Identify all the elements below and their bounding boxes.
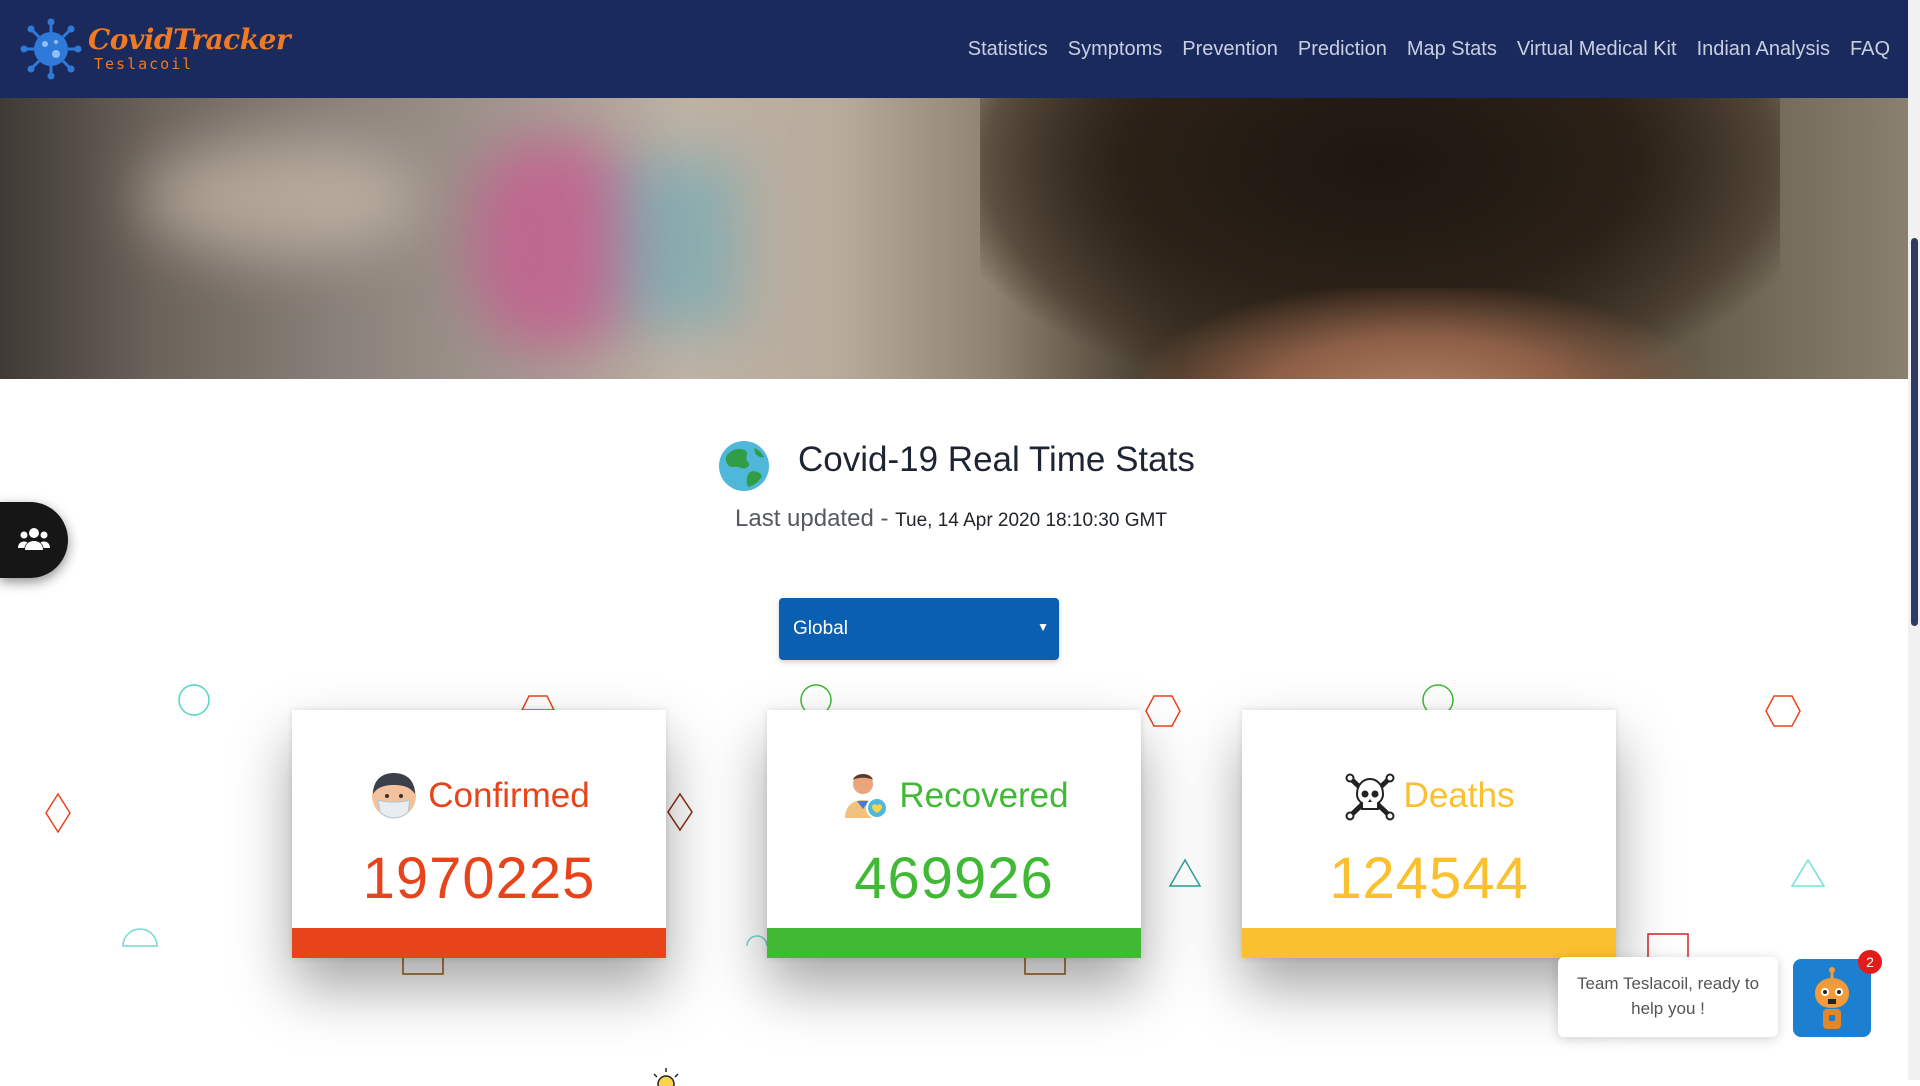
lightbulb-icon [653, 1068, 679, 1086]
chevron-down-icon: ▼ [1037, 620, 1049, 634]
decor-diamond [667, 792, 693, 832]
chat-greeting-bubble[interactable]: Team Teslacoil, ready to help you ! [1558, 957, 1778, 1037]
decor-triangle [1790, 858, 1826, 887]
confirmed-value: 1970225 [362, 846, 596, 911]
team-floating-button[interactable] [0, 502, 68, 578]
recovered-color-bar [767, 928, 1141, 958]
decor-diamond [45, 792, 71, 834]
last-updated-time: Tue, 14 Apr 2020 18:10:30 GMT [895, 510, 1167, 531]
nav-map-stats[interactable]: Map Stats [1407, 38, 1497, 61]
confirmed-label: Confirmed [428, 776, 590, 815]
decor-triangle [1168, 858, 1202, 887]
brand-subtitle: Teslacoil [94, 55, 194, 73]
recovered-person-icon [845, 774, 889, 819]
page-scrollbar[interactable] [1908, 0, 1920, 1080]
decor-circle [178, 684, 210, 716]
recovered-value: 469926 [854, 846, 1054, 911]
scrollbar-thumb[interactable] [1911, 238, 1918, 626]
skull-icon [1345, 773, 1395, 821]
last-updated: Last updated - Tue, 14 Apr 2020 18:10:30… [735, 505, 1167, 533]
confirmed-card: Confirmed 1970225 [292, 710, 666, 958]
brand-logo-link[interactable]: CovidTracker Teslacoil [20, 18, 291, 80]
deaths-card: Deaths 124544 [1242, 710, 1616, 958]
deaths-color-bar [1242, 928, 1616, 958]
confirmed-color-bar [292, 928, 666, 958]
nav-prevention[interactable]: Prevention [1182, 38, 1278, 61]
nav-menu: Statistics Symptoms Prevention Predictio… [948, 38, 1890, 61]
nav-statistics[interactable]: Statistics [968, 38, 1048, 61]
region-select[interactable]: Global ▼ [779, 598, 1059, 660]
unread-badge: 2 [1858, 950, 1882, 974]
deaths-value: 124544 [1329, 846, 1529, 911]
chat-launcher-button[interactable] [1793, 959, 1871, 1037]
decor-hexagon [1765, 695, 1801, 727]
last-updated-label: Last updated - [735, 505, 896, 532]
recovered-label: Recovered [899, 776, 1069, 815]
decor-circle [800, 684, 832, 712]
decor-circle [1422, 684, 1454, 712]
nav-prediction[interactable]: Prediction [1298, 38, 1387, 61]
brand-name: CovidTracker [88, 23, 291, 56]
decor-hexagon [1145, 695, 1181, 727]
deaths-label: Deaths [1403, 776, 1515, 815]
recovered-card: Recovered 469926 [767, 710, 1141, 958]
hero-image [0, 98, 1908, 379]
nav-faq[interactable]: FAQ [1850, 38, 1890, 61]
robot-avatar-icon [1815, 967, 1849, 1029]
nav-virtual-medical-kit[interactable]: Virtual Medical Kit [1517, 38, 1677, 61]
globe-icon [719, 441, 769, 491]
page-title: Covid-19 Real Time Stats [798, 440, 1195, 479]
masked-person-icon [372, 773, 417, 819]
nav-indian-analysis[interactable]: Indian Analysis [1697, 38, 1830, 61]
navbar: CovidTracker Teslacoil Statistics Sympto… [0, 0, 1908, 98]
virus-logo-icon [20, 18, 82, 80]
users-group-icon [18, 528, 50, 550]
region-select-value: Global [793, 618, 848, 639]
decor-semicircle [122, 928, 158, 947]
nav-symptoms[interactable]: Symptoms [1068, 38, 1162, 61]
